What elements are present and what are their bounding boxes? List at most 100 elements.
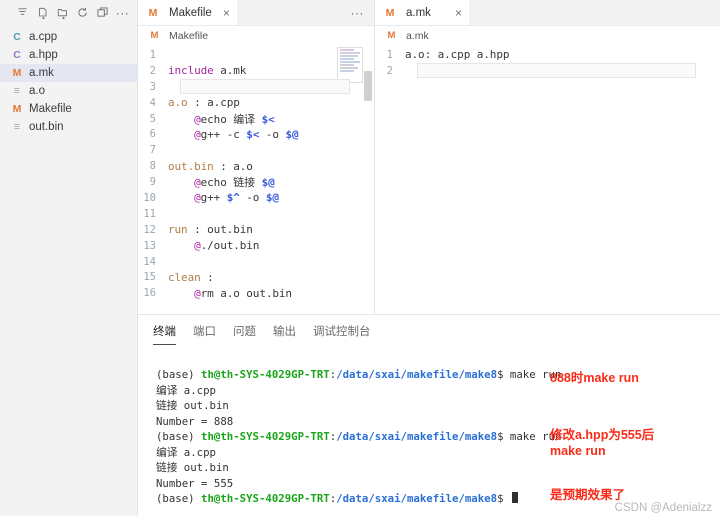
- makefile-icon: M: [385, 6, 395, 19]
- line-number: 10: [143, 191, 156, 204]
- code-line: 7: [138, 142, 374, 158]
- code-line: 6 @g++ -c $< -o $@: [138, 126, 374, 142]
- line-number: 6: [149, 128, 156, 141]
- line-number: 2: [386, 64, 393, 77]
- line-number: 1: [149, 48, 156, 61]
- file-item-Makefile[interactable]: M Makefile: [0, 100, 137, 118]
- annotation-note-3: 是预期效果了: [550, 488, 626, 502]
- makefile-icon: M: [12, 103, 22, 115]
- line-number: 12: [143, 223, 156, 236]
- editor-pane-amk: M a.mk × M a.mk 1 a.o: a.cpp a.hpp 2: [375, 0, 720, 314]
- code-editor-makefile[interactable]: 1 2 include a.mk 3 4 a.o : a.cpp 5 @echo 编译 $<…: [138, 45, 374, 314]
- code-line: 8 out.bin : a.o: [138, 158, 374, 174]
- panel-tabbar: 终端 端口 问题 输出 调试控制台: [138, 315, 720, 345]
- code-line: 11: [138, 206, 374, 222]
- terminal-line: Number = 555: [156, 476, 234, 490]
- terminal-cursor: [511, 492, 518, 503]
- binary-file-icon: ≡: [13, 85, 21, 97]
- code-text: @echo 编译 $<: [194, 112, 275, 126]
- refresh-icon[interactable]: [76, 6, 89, 19]
- tab-amk[interactable]: M a.mk ×: [375, 0, 470, 25]
- bottom-panel: 终端 端口 问题 输出 调试控制台 (base) th@th-SYS-4029GP-TR…: [138, 315, 720, 516]
- new-file-icon[interactable]: [36, 6, 49, 19]
- panel-tab-3[interactable]: 输出: [273, 323, 296, 345]
- code-text: @g++ $^ -o $@: [194, 191, 279, 205]
- breadcrumb-left[interactable]: M Makefile: [138, 26, 374, 45]
- tab-makefile[interactable]: M Makefile ×: [138, 0, 238, 25]
- line-number: 15: [143, 271, 156, 284]
- tab-label: Makefile: [169, 6, 212, 19]
- code-text: clean :: [168, 270, 214, 284]
- line-number: 4: [149, 96, 156, 109]
- code-text: out.bin : a.o: [168, 159, 253, 173]
- code-line: 9 @echo 链接 $@: [138, 174, 374, 190]
- file-name-label: Makefile: [29, 103, 72, 115]
- line-number: 13: [143, 239, 156, 252]
- file-item-a-cpp[interactable]: Ca.cpp: [0, 28, 137, 46]
- makefile-icon: M: [387, 30, 396, 41]
- makefile-icon: M: [148, 6, 158, 19]
- makefile-icon: M: [150, 30, 159, 41]
- code-line: 14: [138, 254, 374, 270]
- terminal-line: 链接 out.bin: [156, 461, 229, 474]
- terminal-line: 链接 out.bin: [156, 399, 229, 412]
- code-text: @g++ -c $< -o $@: [194, 127, 299, 141]
- code-text: @rm a.o out.bin: [194, 286, 292, 300]
- explorer-more-actions-icon[interactable]: ···: [116, 6, 129, 19]
- file-item-a-hpp[interactable]: Ca.hpp: [0, 46, 137, 64]
- vscode-window: ··· Ca.cpp Ca.hpp Ma.mk ≡ a.o M Makefile ≡ out.b…: [0, 0, 720, 516]
- editor-pane-makefile: M Makefile × ··· M Makefile 1 2 include a.…: [138, 0, 375, 314]
- new-folder-icon[interactable]: [56, 6, 69, 19]
- code-line: 4 a.o : a.cpp: [138, 95, 374, 111]
- explorer-toolbar: ···: [0, 0, 137, 25]
- tabbar-right: M a.mk ×: [375, 0, 720, 26]
- breadcrumb-right[interactable]: M a.mk: [375, 26, 720, 45]
- breadcrumb-label: Makefile: [169, 29, 209, 42]
- editor-scrollbar-left[interactable]: [364, 71, 372, 101]
- explorer-filter-icon[interactable]: [16, 6, 29, 19]
- file-name-label: a.hpp: [29, 49, 58, 61]
- code-line: 1 a.o: a.cpp a.hpp: [375, 47, 720, 63]
- annotation-note-1: 888时make run: [550, 371, 639, 385]
- file-item-out-bin[interactable]: ≡ out.bin: [0, 118, 137, 136]
- line-number: 16: [143, 287, 156, 300]
- tabbar-left: M Makefile × ···: [138, 0, 374, 26]
- code-editor-amk[interactable]: 1 a.o: a.cpp a.hpp 2: [375, 45, 720, 314]
- hpp-file-icon: C: [13, 49, 21, 61]
- code-line: 5 @echo 编译 $<: [138, 111, 374, 127]
- panel-tab-1[interactable]: 端口: [193, 323, 216, 345]
- line-number: 11: [143, 207, 156, 220]
- cpp-file-icon: C: [13, 31, 21, 43]
- code-line: 10 @g++ $^ -o $@: [138, 190, 374, 206]
- line-number: 7: [149, 144, 156, 157]
- file-name-label: a.cpp: [29, 31, 58, 43]
- file-item-a-o[interactable]: ≡ a.o: [0, 82, 137, 100]
- line-number: 1: [386, 48, 393, 61]
- collapse-folders-icon[interactable]: [96, 6, 109, 19]
- editor-group-container: M Makefile × ··· M Makefile 1 2 include a.…: [138, 0, 720, 315]
- panel-tab-4[interactable]: 调试控制台: [313, 323, 371, 345]
- code-line: 2: [375, 63, 720, 79]
- tab-label: a.mk: [406, 6, 431, 19]
- explorer-sidebar: ··· Ca.cpp Ca.hpp Ma.mk ≡ a.o M Makefile ≡ out.b…: [0, 0, 138, 516]
- close-icon[interactable]: ×: [217, 7, 230, 19]
- code-text: include a.mk: [168, 64, 247, 78]
- code-text: run : out.bin: [168, 223, 253, 237]
- makefile-icon: M: [12, 67, 22, 79]
- editor-more-actions-icon[interactable]: ···: [351, 0, 375, 25]
- file-list: Ca.cpp Ca.hpp Ma.mk ≡ a.o M Makefile ≡ out.bin: [0, 25, 137, 136]
- code-text: @./out.bin: [194, 239, 260, 253]
- file-item-a-mk[interactable]: Ma.mk: [0, 64, 137, 82]
- code-line: 12 run : out.bin: [138, 222, 374, 238]
- code-text: a.o : a.cpp: [168, 96, 240, 110]
- file-name-label: a.o: [29, 85, 45, 97]
- minimap-left[interactable]: [337, 47, 363, 83]
- line-number: 2: [149, 64, 156, 77]
- panel-tab-2[interactable]: 问题: [233, 323, 256, 345]
- panel-tab-0[interactable]: 终端: [153, 323, 176, 345]
- line-number: 8: [149, 160, 156, 173]
- code-line: 15 clean :: [138, 269, 374, 285]
- binary-file-icon: ≡: [13, 121, 21, 133]
- line-number: 9: [149, 176, 156, 189]
- close-icon[interactable]: ×: [449, 7, 462, 19]
